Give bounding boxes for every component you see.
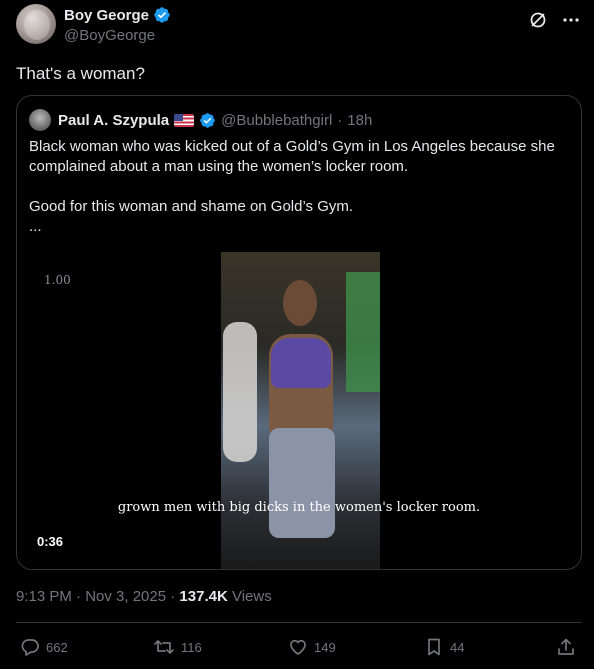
tweet-header: Boy George @BoyGeorge <box>16 4 582 48</box>
reply-count: 662 <box>46 639 68 655</box>
quoted-paragraph-1: Black woman who was kicked out of a Gold… <box>29 138 555 175</box>
us-flag-icon <box>174 113 195 127</box>
reply-icon <box>21 639 39 656</box>
quoted-author-avatar[interactable] <box>29 109 51 131</box>
like-count: 149 <box>314 639 336 655</box>
video-overlay-tick-label: 1.00 <box>44 273 71 287</box>
video-background-light <box>346 272 380 392</box>
video-duration: 0:36 <box>37 534 64 549</box>
tweet-timestamp[interactable]: 9:13 PM · Nov 3, 2025 · <box>16 588 179 605</box>
verified-badge-icon <box>200 112 215 128</box>
quoted-video[interactable]: 1.00 grown men with big dicks in the wom… <box>17 236 581 570</box>
author-avatar[interactable] <box>16 4 56 44</box>
video-person-pants <box>269 428 335 538</box>
quoted-tweet-header: Paul A. Szypula @Bubblebathgirl · 18h <box>29 109 372 131</box>
video-caption: grown men with big dicks in the women's … <box>117 500 481 515</box>
views-label: Views <box>227 588 272 605</box>
bookmark-button[interactable]: 44 <box>424 634 464 660</box>
quoted-tweet[interactable]: Paul A. Szypula @Bubblebathgirl · 18h Bl… <box>16 95 582 570</box>
share-button[interactable] <box>556 634 576 660</box>
quoted-paragraph-2: Good for this woman and shame on Gold’s … <box>29 198 354 215</box>
quoted-author-name[interactable]: Paul A. Szypula <box>58 112 169 129</box>
repost-icon <box>154 640 174 654</box>
tweet-meta: 9:13 PM · Nov 3, 2025 · 137.4K Views <box>16 588 272 605</box>
header-actions <box>528 10 580 30</box>
quoted-author-handle[interactable]: @Bubblebathgirl <box>221 112 332 129</box>
author-handle[interactable]: @BoyGeorge <box>64 27 155 44</box>
repost-count: 116 <box>181 639 202 655</box>
video-main-person <box>265 278 343 538</box>
quoted-separator: · <box>337 111 343 129</box>
tweet-text: That's a woman? <box>16 64 145 83</box>
author-display-name[interactable]: Boy George <box>64 7 149 24</box>
video-frame[interactable] <box>221 252 380 569</box>
video-person-head <box>283 280 317 326</box>
grok-icon[interactable] <box>528 10 548 30</box>
actions-divider <box>16 622 582 623</box>
quoted-timestamp[interactable]: 18h <box>347 112 372 129</box>
video-background-person <box>223 322 257 462</box>
author-name-row: Boy George <box>64 6 171 24</box>
share-icon <box>558 638 574 655</box>
bookmark-icon <box>428 638 440 656</box>
video-person-top <box>271 338 331 388</box>
quoted-ellipsis: ... <box>29 218 42 235</box>
repost-button[interactable]: 116 <box>153 634 202 660</box>
tweet-actions: 662 116 149 44 <box>16 634 582 660</box>
views-count: 137.4K <box>179 588 228 605</box>
reply-button[interactable]: 662 <box>20 634 68 660</box>
verified-badge-icon <box>154 7 170 23</box>
like-button[interactable]: 149 <box>288 634 336 660</box>
more-icon[interactable] <box>562 11 580 29</box>
bookmark-count: 44 <box>450 639 465 655</box>
heart-icon <box>290 639 306 655</box>
